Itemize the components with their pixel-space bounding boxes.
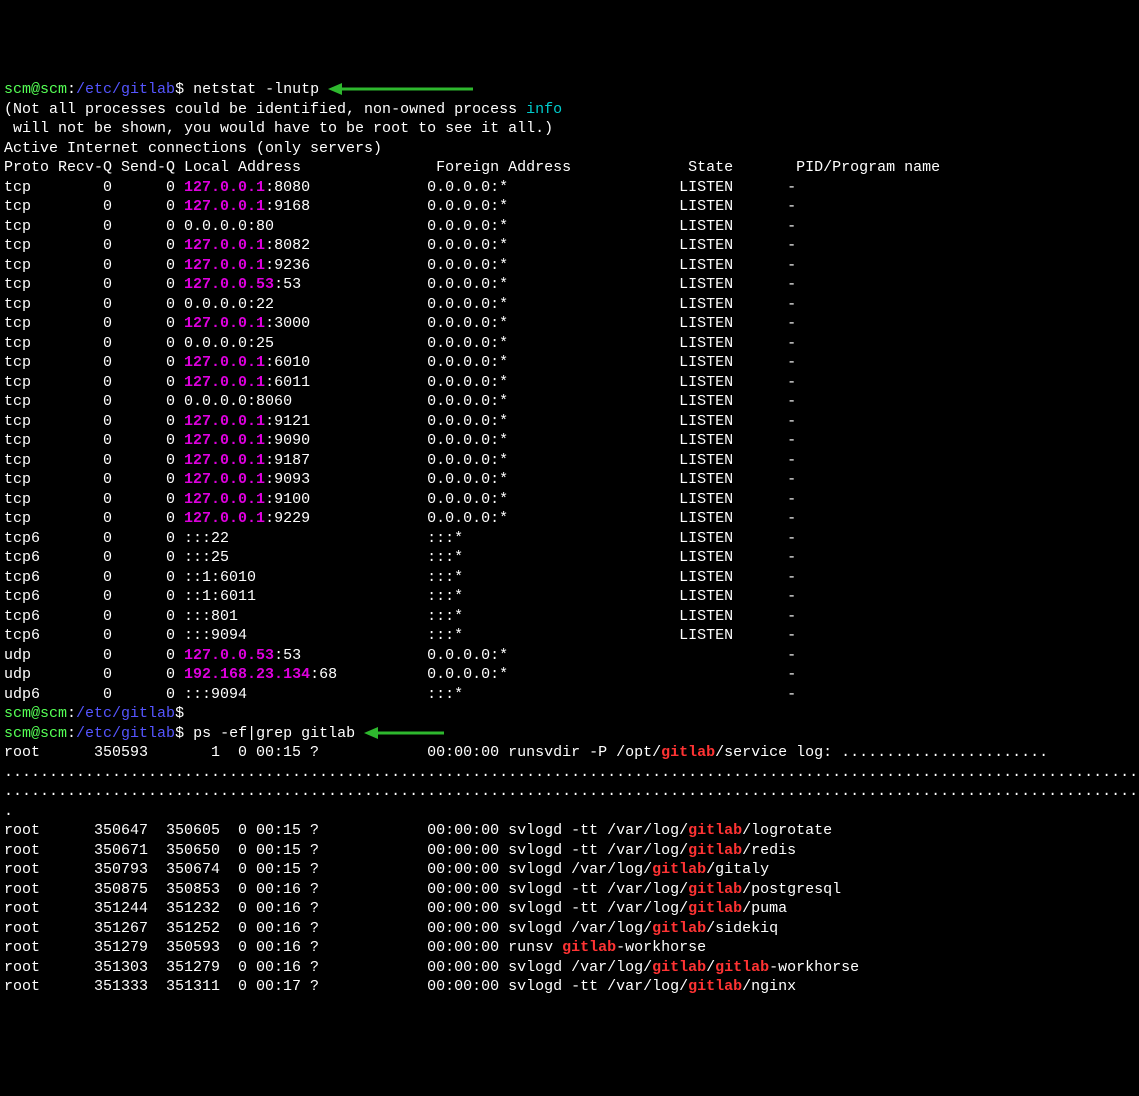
netstat-row: udp 0 0 127.0.0.53:53 0.0.0.0:* - [4, 646, 1135, 666]
command-text: ps -ef|grep gitlab [193, 725, 355, 742]
netstat-row: tcp 0 0 127.0.0.1:9090 0.0.0.0:* LISTEN … [4, 431, 1135, 451]
netstat-row: udp6 0 0 :::9094 :::* - [4, 685, 1135, 705]
arrow-icon [364, 726, 444, 740]
prompt-path: /etc/gitlab [76, 81, 175, 98]
netstat-row: tcp6 0 0 :::9094 :::* LISTEN - [4, 626, 1135, 646]
netstat-row: tcp 0 0 127.0.0.1:9121 0.0.0.0:* LISTEN … [4, 412, 1135, 432]
netstat-row: tcp 0 0 127.0.0.1:6010 0.0.0.0:* LISTEN … [4, 353, 1135, 373]
ip-address: 192.168.23.134 [184, 666, 310, 683]
command-line: scm@scm:/etc/gitlab$ netstat -lnutp [4, 80, 1135, 100]
netstat-row: tcp 0 0 127.0.0.1:9100 0.0.0.0:* LISTEN … [4, 490, 1135, 510]
ip-address: 127.0.0.1 [184, 452, 265, 469]
ps-row: root 351303 351279 0 00:16 ? 00:00:00 sv… [4, 958, 1135, 978]
ip-address: 127.0.0.1 [184, 198, 265, 215]
grep-highlight: gitlab [688, 822, 742, 839]
grep-highlight: gitlab [688, 900, 742, 917]
netstat-row: tcp 0 0 127.0.0.1:9093 0.0.0.0:* LISTEN … [4, 470, 1135, 490]
ip-address: 127.0.0.53 [184, 647, 274, 664]
ps-row: root 350875 350853 0 00:16 ? 00:00:00 sv… [4, 880, 1135, 900]
ip-address: 127.0.0.1 [184, 471, 265, 488]
ps-dots: . [4, 802, 1135, 822]
ip-address: 127.0.0.1 [184, 354, 265, 371]
netstat-row: tcp 0 0 127.0.0.1:9187 0.0.0.0:* LISTEN … [4, 451, 1135, 471]
grep-highlight: gitlab [652, 959, 706, 976]
grep-highlight: gitlab [688, 842, 742, 859]
ps-row: root 351244 351232 0 00:16 ? 00:00:00 sv… [4, 899, 1135, 919]
netstat-row: tcp 0 0 0.0.0.0:22 0.0.0.0:* LISTEN - [4, 295, 1135, 315]
grep-highlight: gitlab [661, 744, 715, 761]
ps-row: root 351333 351311 0 00:17 ? 00:00:00 sv… [4, 977, 1135, 997]
grep-highlight: gitlab [688, 881, 742, 898]
netstat-row: tcp 0 0 127.0.0.53:53 0.0.0.0:* LISTEN - [4, 275, 1135, 295]
netstat-note: (Not all processes could be identified, … [4, 100, 1135, 120]
prompt-user: scm@scm [4, 81, 67, 98]
ip-address: 127.0.0.1 [184, 413, 265, 430]
grep-highlight: gitlab [688, 978, 742, 995]
netstat-row: tcp 0 0 127.0.0.1:8082 0.0.0.0:* LISTEN … [4, 236, 1135, 256]
terminal-output: scm@scm:/etc/gitlab$ netstat -lnutp (Not… [4, 80, 1135, 997]
ip-address: 127.0.0.1 [184, 315, 265, 332]
command-text: netstat -lnutp [193, 81, 319, 98]
netstat-active: Active Internet connections (only server… [4, 139, 1135, 159]
netstat-row: tcp 0 0 0.0.0.0:25 0.0.0.0:* LISTEN - [4, 334, 1135, 354]
prompt-user: scm@scm [4, 725, 67, 742]
netstat-row: tcp 0 0 127.0.0.1:3000 0.0.0.0:* LISTEN … [4, 314, 1135, 334]
ip-address: 127.0.0.1 [184, 257, 265, 274]
ps-dots: ........................................… [4, 782, 1135, 802]
netstat-row: tcp 0 0 127.0.0.1:8080 0.0.0.0:* LISTEN … [4, 178, 1135, 198]
ip-address: 127.0.0.53 [184, 276, 274, 293]
netstat-row: tcp6 0 0 ::1:6011 :::* LISTEN - [4, 587, 1135, 607]
netstat-row: tcp6 0 0 :::22 :::* LISTEN - [4, 529, 1135, 549]
ip-address: 127.0.0.1 [184, 237, 265, 254]
netstat-row: tcp6 0 0 :::801 :::* LISTEN - [4, 607, 1135, 627]
grep-highlight: gitlab [652, 861, 706, 878]
netstat-row: tcp 0 0 127.0.0.1:6011 0.0.0.0:* LISTEN … [4, 373, 1135, 393]
netstat-row: tcp 0 0 127.0.0.1:9229 0.0.0.0:* LISTEN … [4, 509, 1135, 529]
netstat-note: will not be shown, you would have to be … [4, 119, 1135, 139]
ps-row: root 350671 350650 0 00:15 ? 00:00:00 sv… [4, 841, 1135, 861]
ip-address: 127.0.0.1 [184, 374, 265, 391]
ps-dots: ........................................… [4, 763, 1135, 783]
netstat-header: Proto Recv-Q Send-Q Local Address Foreig… [4, 158, 1135, 178]
ip-address: 127.0.0.1 [184, 491, 265, 508]
netstat-row: tcp 0 0 0.0.0.0:80 0.0.0.0:* LISTEN - [4, 217, 1135, 237]
ps-row: root 350793 350674 0 00:15 ? 00:00:00 sv… [4, 860, 1135, 880]
ps-row: root 351267 351252 0 00:16 ? 00:00:00 sv… [4, 919, 1135, 939]
grep-highlight: gitlab [715, 959, 769, 976]
ip-address: 127.0.0.1 [184, 510, 265, 527]
info-highlight: info [526, 101, 562, 118]
netstat-row: tcp 0 0 0.0.0.0:8060 0.0.0.0:* LISTEN - [4, 392, 1135, 412]
netstat-row: tcp6 0 0 ::1:6010 :::* LISTEN - [4, 568, 1135, 588]
ps-row: root 350593 1 0 00:15 ? 00:00:00 runsvdi… [4, 743, 1135, 763]
netstat-row: tcp6 0 0 :::25 :::* LISTEN - [4, 548, 1135, 568]
netstat-row: udp 0 0 192.168.23.134:68 0.0.0.0:* - [4, 665, 1135, 685]
ip-address: 127.0.0.1 [184, 432, 265, 449]
prompt-path: /etc/gitlab [76, 705, 175, 722]
prompt-user: scm@scm [4, 705, 67, 722]
prompt-path: /etc/gitlab [76, 725, 175, 742]
netstat-row: tcp 0 0 127.0.0.1:9236 0.0.0.0:* LISTEN … [4, 256, 1135, 276]
ps-row: root 350647 350605 0 00:15 ? 00:00:00 sv… [4, 821, 1135, 841]
ip-address: 127.0.0.1 [184, 179, 265, 196]
arrow-icon [328, 82, 473, 96]
command-line: scm@scm:/etc/gitlab$ [4, 704, 1135, 724]
netstat-row: tcp 0 0 127.0.0.1:9168 0.0.0.0:* LISTEN … [4, 197, 1135, 217]
grep-highlight: gitlab [562, 939, 616, 956]
command-line: scm@scm:/etc/gitlab$ ps -ef|grep gitlab [4, 724, 1135, 744]
grep-highlight: gitlab [652, 920, 706, 937]
